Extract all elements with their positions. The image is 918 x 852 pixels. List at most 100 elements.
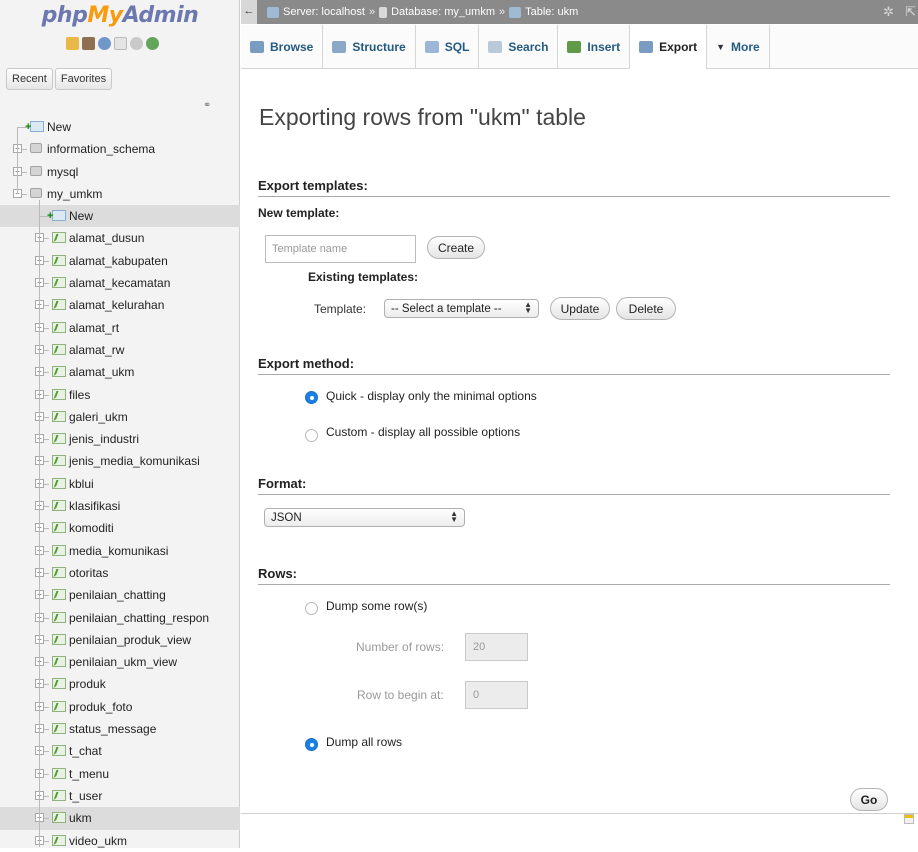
tree-item-table[interactable]: +produk [0,673,240,695]
tab-structure[interactable]: Structure [323,25,416,69]
gear-icon[interactable]: ✲ [883,4,894,20]
quick-method-radio[interactable] [305,391,318,404]
tree-item-table[interactable]: +penilaian_chatting [0,584,240,606]
settings-icon[interactable] [130,37,143,50]
tree-item-table[interactable]: +t_menu [0,763,240,785]
phpmyadmin-logo[interactable]: phpMyAdmin [0,3,240,28]
tab-search[interactable]: Search [479,25,559,69]
tree-item-label[interactable]: New [69,209,93,223]
home-icon[interactable] [66,37,79,50]
tree-item-label[interactable]: status_message [69,722,156,736]
tree-item-label[interactable]: mysql [47,165,78,179]
tree-item-label[interactable]: produk [69,677,106,691]
breadcrumb-server[interactable]: Server: localhost [283,6,365,18]
tree-item-label[interactable]: t_chat [69,744,102,758]
tree-item-new[interactable]: New [0,205,240,228]
create-template-button[interactable]: Create [427,236,485,259]
tree-item-label[interactable]: penilaian_produk_view [69,633,191,647]
tree-item-table[interactable]: +galeri_ukm [0,406,240,428]
number-of-rows-input[interactable]: 20 [465,633,528,661]
tree-item-label[interactable]: galeri_ukm [69,410,128,424]
tree-item-label[interactable]: komoditi [69,521,114,535]
quick-method-label[interactable]: Quick - display only the minimal options [326,389,537,403]
tree-item-new[interactable]: New [0,116,240,138]
tree-item-label[interactable]: otoritas [69,566,108,580]
tree-item-table[interactable]: +penilaian_produk_view [0,629,240,651]
tree-item-table[interactable]: +status_message [0,718,240,740]
tree-item-table[interactable]: +alamat_dusun [0,227,240,249]
tree-item-table[interactable]: +video_ukm [0,830,240,852]
update-template-button[interactable]: Update [550,297,610,320]
tree-item-database[interactable]: +mysql [0,161,240,183]
tree-item-label[interactable]: alamat_kelurahan [69,298,164,312]
tree-item-label[interactable]: alamat_rw [69,343,124,357]
tree-item-label[interactable]: t_user [69,789,102,803]
tree-item-table[interactable]: +t_chat [0,740,240,762]
format-select[interactable]: JSON ▲ ▼ [264,508,465,527]
tree-item-table[interactable]: +produk_foto [0,696,240,718]
reload-icon[interactable] [146,37,159,50]
favorites-button[interactable]: Favorites [54,68,113,90]
template-name-input[interactable]: Template name [265,235,416,263]
docs-icon[interactable] [114,37,127,50]
delete-template-button[interactable]: Delete [616,297,676,320]
go-button[interactable]: Go [850,788,888,811]
tree-item-table[interactable]: +otoritas [0,562,240,584]
tree-item-label[interactable]: alamat_ukm [69,365,134,379]
tab-more[interactable]: ▼ More [707,25,770,69]
tree-item-label[interactable]: alamat_kecamatan [69,276,170,290]
tree-item-table[interactable]: +alamat_ukm [0,361,240,383]
collapse-nav-icon[interactable]: ← [241,0,257,24]
tree-item-table[interactable]: +ukm [0,807,240,830]
tree-item-label[interactable]: files [69,388,90,402]
tree-item-label[interactable]: my_umkm [47,187,102,201]
dump-some-rows-radio[interactable] [305,602,318,615]
tree-item-table[interactable]: +penilaian_ukm_view [0,651,240,673]
breadcrumb-database[interactable]: Database: my_umkm [391,6,495,18]
tree-item-table[interactable]: +penilaian_chatting_respon [0,607,240,629]
tree-item-table[interactable]: +t_user [0,785,240,807]
logout-icon[interactable] [82,37,95,50]
tree-item-label[interactable]: alamat_dusun [69,231,144,245]
tree-item-label[interactable]: media_komunikasi [69,544,168,558]
template-select[interactable]: -- Select a template -- ▲ ▼ [384,299,539,318]
tree-item-label[interactable]: information_schema [47,142,155,156]
tree-item-label[interactable]: penilaian_chatting [69,588,166,602]
tree-item-table[interactable]: +alamat_rw [0,339,240,361]
tree-item-table[interactable]: +media_komunikasi [0,540,240,562]
dump-all-rows-label[interactable]: Dump all rows [326,735,402,749]
tree-item-table[interactable]: +alamat_rt [0,317,240,339]
tree-item-table[interactable]: +alamat_kecamatan [0,272,240,294]
expand-icon[interactable]: ⇱ [905,4,916,20]
tree-item-label[interactable]: video_ukm [69,834,127,848]
tree-item-table[interactable]: +komoditi [0,517,240,539]
tree-item-table[interactable]: +alamat_kabupaten [0,250,240,272]
tree-item-label[interactable]: t_menu [69,767,109,781]
console-icon[interactable] [904,814,914,824]
tree-item-table[interactable]: +kblui [0,473,240,495]
row-to-begin-input[interactable]: 0 [465,681,528,709]
tree-item-label[interactable]: penilaian_chatting_respon [69,611,209,625]
link-with-main-icon[interactable]: ⚭ [203,100,211,111]
tree-item-label[interactable]: New [47,120,71,134]
tab-browse[interactable]: Browse [241,25,324,69]
tree-item-database[interactable]: −my_umkm [0,183,240,205]
dump-some-rows-label[interactable]: Dump some row(s) [326,599,427,613]
tree-item-label[interactable]: klasifikasi [69,499,120,513]
custom-method-label[interactable]: Custom - display all possible options [326,425,520,439]
help-icon[interactable] [98,37,111,50]
tree-item-table[interactable]: +alamat_kelurahan [0,294,240,316]
tree-item-label[interactable]: jenis_media_komunikasi [69,454,200,468]
tree-item-label[interactable]: jenis_industri [69,432,139,446]
dump-all-rows-radio[interactable] [305,738,318,751]
tab-sql[interactable]: SQL [416,25,480,69]
tree-item-label[interactable]: penilaian_ukm_view [69,655,177,669]
tree-item-label[interactable]: kblui [69,477,94,491]
tree-item-label[interactable]: alamat_kabupaten [69,254,168,268]
tree-item-label[interactable]: ukm [69,811,92,825]
tree-item-table[interactable]: +jenis_industri [0,428,240,450]
tab-insert[interactable]: Insert [558,25,631,69]
tree-item-label[interactable]: alamat_rt [69,321,119,335]
custom-method-radio[interactable] [305,429,318,442]
tree-item-database[interactable]: +information_schema [0,138,240,160]
